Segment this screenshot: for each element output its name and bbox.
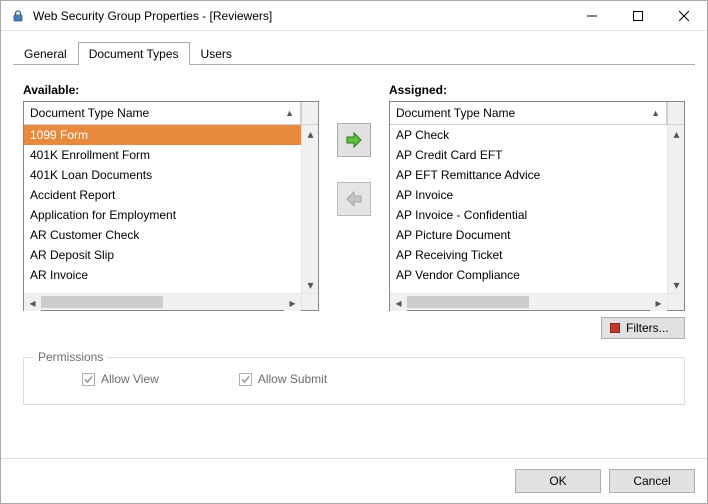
scroll-thumb[interactable] <box>41 296 163 308</box>
assigned-label: Assigned: <box>389 83 685 97</box>
scroll-up-icon[interactable]: ▴ <box>668 125 684 142</box>
list-item[interactable]: 401K Enrollment Form <box>24 145 301 165</box>
header-spacer <box>667 102 684 124</box>
scroll-right-icon[interactable]: ▸ <box>650 294 667 311</box>
scroll-left-icon[interactable]: ◂ <box>390 294 407 311</box>
scroll-left-icon[interactable]: ◂ <box>24 294 41 311</box>
list-item[interactable]: Accident Report <box>24 185 301 205</box>
list-item[interactable]: AP EFT Remittance Advice <box>390 165 667 185</box>
assigned-hscrollbar[interactable]: ◂ ▸ <box>390 293 684 310</box>
available-header-row: Document Type Name ▲ <box>24 102 318 125</box>
dialog-footer: OK Cancel <box>1 458 707 503</box>
assigned-items: AP CheckAP Credit Card EFTAP EFT Remitta… <box>390 125 667 293</box>
ok-button[interactable]: OK <box>515 469 601 493</box>
allow-view-checkbox[interactable]: Allow View <box>82 372 159 386</box>
maximize-button[interactable] <box>615 1 661 30</box>
sort-asc-icon: ▲ <box>285 108 294 118</box>
tabs: General Document Types Users <box>1 31 707 65</box>
transfer-buttons <box>319 83 389 216</box>
scroll-down-icon[interactable]: ▾ <box>302 276 318 293</box>
window-controls <box>569 1 707 30</box>
list-item[interactable]: AP Credit Card EFT <box>390 145 667 165</box>
list-item[interactable]: AR Customer Check <box>24 225 301 245</box>
checkbox-box <box>82 373 95 386</box>
assigned-header-text: Document Type Name <box>396 106 515 120</box>
filter-icon <box>610 323 620 333</box>
list-item[interactable]: 1099 Form <box>24 125 301 145</box>
assigned-column: Assigned: Document Type Name ▲ AP CheckA… <box>389 83 685 339</box>
titlebar: Web Security Group Properties - [Reviewe… <box>1 1 707 31</box>
list-item[interactable]: AP Invoice <box>390 185 667 205</box>
allow-submit-checkbox[interactable]: Allow Submit <box>239 372 327 386</box>
available-column: Available: Document Type Name ▲ 1099 For… <box>23 83 319 311</box>
header-spacer <box>301 102 318 124</box>
available-header-text: Document Type Name <box>30 106 149 120</box>
scroll-track[interactable] <box>302 142 318 276</box>
list-item[interactable]: AP Receiving Ticket <box>390 245 667 265</box>
allow-view-label: Allow View <box>101 372 159 386</box>
filters-button[interactable]: Filters... <box>601 317 685 339</box>
permissions-legend: Permissions <box>34 350 107 364</box>
minimize-button[interactable] <box>569 1 615 30</box>
scroll-up-icon[interactable]: ▴ <box>302 125 318 142</box>
available-listbox[interactable]: Document Type Name ▲ 1099 Form401K Enrol… <box>23 101 319 311</box>
available-hscrollbar[interactable]: ◂ ▸ <box>24 293 318 310</box>
available-vscrollbar[interactable]: ▴ ▾ <box>301 125 318 293</box>
lists-row: Available: Document Type Name ▲ 1099 For… <box>23 83 685 339</box>
filters-button-label: Filters... <box>626 321 669 335</box>
assigned-vscrollbar[interactable]: ▴ ▾ <box>667 125 684 293</box>
list-item[interactable]: AP Check <box>390 125 667 145</box>
scroll-corner <box>667 294 684 310</box>
unassign-button[interactable] <box>337 182 371 216</box>
sort-asc-icon: ▲ <box>651 108 660 118</box>
list-item[interactable]: AR Invoice <box>24 265 301 285</box>
scroll-right-icon[interactable]: ▸ <box>284 294 301 311</box>
checkbox-box <box>239 373 252 386</box>
scroll-down-icon[interactable]: ▾ <box>668 276 684 293</box>
content-area: Available: Document Type Name ▲ 1099 For… <box>1 65 707 458</box>
available-header-cell[interactable]: Document Type Name ▲ <box>24 102 301 124</box>
scroll-track[interactable] <box>668 142 684 276</box>
available-items: 1099 Form401K Enrollment Form401K Loan D… <box>24 125 301 293</box>
assigned-header-cell[interactable]: Document Type Name ▲ <box>390 102 667 124</box>
available-label: Available: <box>23 83 319 97</box>
scroll-track[interactable] <box>41 294 284 310</box>
permissions-group: Permissions Allow View Allow Submit <box>23 357 685 405</box>
assigned-listbox[interactable]: Document Type Name ▲ AP CheckAP Credit C… <box>389 101 685 311</box>
list-item[interactable]: AP Picture Document <box>390 225 667 245</box>
allow-submit-label: Allow Submit <box>258 372 327 386</box>
scroll-track[interactable] <box>407 294 650 310</box>
scroll-thumb[interactable] <box>407 296 529 308</box>
cancel-button[interactable]: Cancel <box>609 469 695 493</box>
tab-general[interactable]: General <box>13 42 78 65</box>
list-item[interactable]: AP Invoice - Confidential <box>390 205 667 225</box>
list-item[interactable]: 401K Loan Documents <box>24 165 301 185</box>
lock-icon <box>9 9 27 23</box>
window-title: Web Security Group Properties - [Reviewe… <box>33 9 569 23</box>
tab-document-types[interactable]: Document Types <box>78 42 190 65</box>
assigned-header-row: Document Type Name ▲ <box>390 102 684 125</box>
scroll-corner <box>301 294 318 310</box>
dialog-window: Web Security Group Properties - [Reviewe… <box>0 0 708 504</box>
tab-users[interactable]: Users <box>190 42 243 65</box>
close-button[interactable] <box>661 1 707 30</box>
assign-button[interactable] <box>337 123 371 157</box>
list-item[interactable]: Application for Employment <box>24 205 301 225</box>
list-item[interactable]: AP Vendor Compliance <box>390 265 667 285</box>
list-item[interactable]: AR Deposit Slip <box>24 245 301 265</box>
